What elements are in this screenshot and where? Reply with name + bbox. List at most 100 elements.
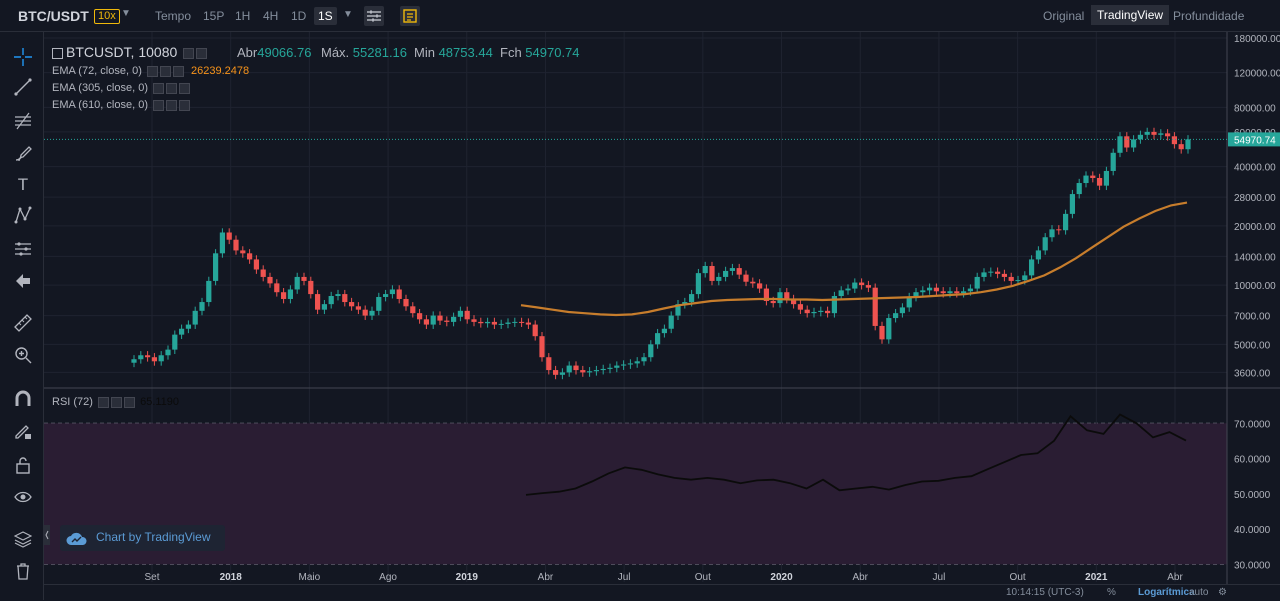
candle-down (553, 370, 559, 375)
rsi-tick-label: 40.0000 (1234, 525, 1271, 536)
candle-down (519, 321, 525, 323)
candle-up (729, 268, 735, 271)
candle-up (961, 291, 967, 294)
candle-up (566, 365, 572, 373)
chart-canvas[interactable]: 180000.00120000.0080000.0060000.0040000.… (44, 32, 1280, 584)
view-tradingview[interactable]: TradingView (1091, 5, 1170, 25)
prediction-icon[interactable] (12, 238, 34, 260)
candle-up (716, 276, 722, 281)
ema72-value: 26239.2478 (191, 65, 250, 77)
candle-up (430, 315, 436, 325)
candle-up (723, 270, 729, 277)
price-tick-label: 3600.00 (1234, 368, 1271, 379)
text-tool-icon[interactable]: T (12, 174, 34, 196)
log-scale-toggle[interactable]: Logarítmica (1138, 587, 1195, 598)
interval-more-chevron-icon[interactable]: ▼ (343, 9, 353, 20)
symbol-legend[interactable]: BTCUSDT, 10080 (52, 44, 208, 60)
edit-lock-icon[interactable] (12, 420, 34, 442)
interval-15p[interactable]: 15P (203, 9, 224, 23)
pattern-icon[interactable] (12, 204, 34, 226)
candle-down (260, 269, 266, 277)
interval-1h[interactable]: 1H (235, 9, 250, 23)
price-tick-label: 14000.00 (1234, 252, 1276, 263)
leverage-badge[interactable]: 10x (94, 9, 120, 24)
interval-4h[interactable]: 4H (263, 9, 278, 23)
drawing-toolbar: T (0, 32, 44, 600)
price-tick-label: 40000.00 (1234, 163, 1276, 174)
candle-up (185, 324, 191, 329)
candle-down (804, 309, 810, 314)
candle-down (1165, 133, 1171, 137)
candle-down (784, 292, 790, 299)
candle-up (1042, 237, 1048, 251)
ruler-icon[interactable] (12, 312, 34, 334)
candle-down (940, 291, 946, 294)
candle-down (471, 319, 477, 322)
candle-down (342, 294, 348, 303)
candle-down (478, 321, 484, 324)
magnet-icon[interactable] (12, 388, 34, 410)
branding-text: Chart by TradingView (96, 530, 211, 544)
time-tick-label: Abr (1167, 572, 1183, 583)
rsi-tick-label: 60.0000 (1234, 455, 1271, 466)
indicators-icon[interactable] (400, 6, 420, 26)
lock-icon[interactable] (12, 454, 34, 476)
candle-up (967, 288, 973, 292)
time-tick-label: Out (1010, 572, 1026, 583)
gear-icon[interactable]: ⚙ (1218, 587, 1227, 598)
candle-down (532, 324, 538, 337)
trend-line-icon[interactable] (12, 76, 34, 98)
settings-icon[interactable] (183, 47, 195, 59)
price-tick-label: 180000.00 (1234, 34, 1280, 45)
layers-icon[interactable] (12, 528, 34, 550)
eye-icon[interactable] (12, 486, 34, 508)
interval-1d[interactable]: 1D (291, 9, 306, 23)
candle-up (138, 355, 144, 360)
candle-up (818, 310, 824, 312)
pair-title[interactable]: BTC/USDT (18, 8, 89, 24)
candle-down (879, 325, 885, 340)
arrow-left-icon[interactable] (12, 270, 34, 292)
ema610-legend[interactable]: EMA (610, close, 0) (52, 99, 191, 111)
candle-down (709, 266, 715, 281)
top-toolbar: BTC/USDT 10x ▼ Tempo 15P 1H 4H 1D 1S ▼ O… (0, 0, 1280, 32)
eye-small-icon[interactable] (196, 47, 208, 59)
collapse-panel-handle[interactable] (44, 525, 50, 545)
crosshair-icon[interactable] (12, 46, 34, 68)
candle-down (491, 321, 497, 325)
candle-down (403, 298, 409, 307)
zoom-in-icon[interactable] (12, 344, 34, 366)
percent-toggle[interactable]: % (1107, 587, 1116, 598)
chart-settings-icon[interactable] (364, 6, 384, 26)
brush-icon[interactable] (12, 142, 34, 164)
auto-scale-toggle[interactable]: auto (1189, 587, 1208, 598)
tradingview-branding[interactable]: Chart by TradingView (60, 525, 225, 551)
fib-retracement-icon[interactable] (12, 110, 34, 132)
eye-small-icon (166, 82, 178, 94)
rsi-legend[interactable]: RSI (72) 65.1190 (52, 396, 179, 408)
view-profundidade[interactable]: Profundidade (1173, 9, 1244, 23)
ema305-legend[interactable]: EMA (305, close, 0) (52, 82, 191, 94)
candle-down (1056, 229, 1062, 231)
candle-down (437, 315, 443, 321)
candle-up (1144, 131, 1150, 135)
time-tick-label: 2021 (1085, 572, 1108, 583)
candle-up (376, 296, 382, 311)
candle-down (410, 306, 416, 314)
candle-up (600, 368, 606, 371)
collapse-legend-icon[interactable] (52, 47, 63, 59)
bottom-bar: 10:14:15 (UTC-3) % Logarítmica auto ⚙ (44, 584, 1280, 601)
trash-icon[interactable] (12, 560, 34, 582)
ema72-legend[interactable]: EMA (72, close, 0) 26239.2478 (52, 65, 249, 77)
time-tick-label: 2020 (770, 572, 793, 583)
interval-1s[interactable]: 1S (314, 7, 337, 25)
candle-up (321, 304, 327, 310)
candle-up (614, 365, 620, 368)
candle-up (634, 361, 640, 364)
chevron-down-icon[interactable]: ▼ (121, 8, 131, 19)
candle-up (627, 363, 633, 365)
candle-up (689, 294, 695, 303)
candle-down (362, 309, 368, 316)
candle-up (974, 276, 980, 289)
view-original[interactable]: Original (1043, 9, 1084, 23)
